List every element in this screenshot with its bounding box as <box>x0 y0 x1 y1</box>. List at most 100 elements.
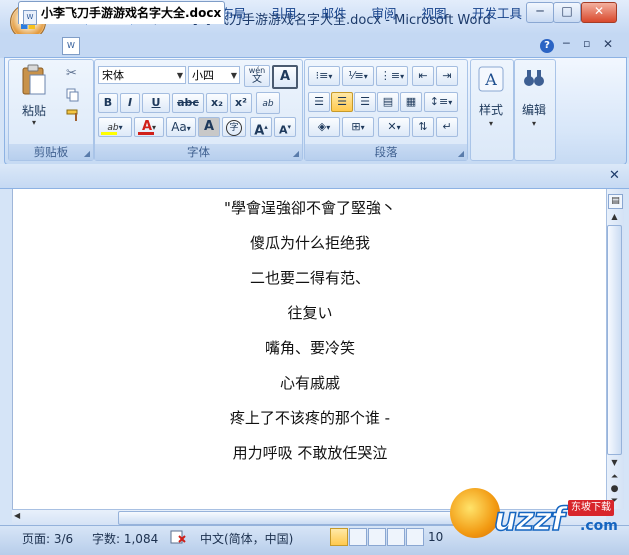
decrease-indent-button[interactable]: ⇤ <box>412 66 434 86</box>
word-doc-icon[interactable]: W <box>62 37 80 55</box>
watermark-text: uzzf <box>493 499 565 539</box>
borders-icon: ⊞ <box>351 120 361 133</box>
ribbon-minimize-icon[interactable]: ─ <box>563 37 570 50</box>
copy-icon[interactable] <box>66 88 80 102</box>
browse-object-icon[interactable]: ● <box>608 484 621 494</box>
font-size-combo[interactable]: 小四 ▼ <box>188 66 240 84</box>
font-name-combo[interactable]: 宋体 ▼ <box>98 66 186 84</box>
multilevel-list-icon: ⋮≡ <box>379 69 401 82</box>
superscript-button[interactable]: x² <box>230 93 252 113</box>
scroll-up-icon[interactable]: ▲ <box>608 212 621 221</box>
tab-developer[interactable]: 开发工具 <box>466 3 528 24</box>
previous-page-icon[interactable]: ⏶ <box>608 472 621 482</box>
document-tab-title: 小李飞刀手游游戏名字大全.docx <box>41 6 222 20</box>
document-tab[interactable]: W 小李飞刀手游游戏名字大全.docx <box>18 1 225 25</box>
ribbon-close-icon[interactable]: ✕ <box>603 37 613 51</box>
underline-button[interactable]: U <box>142 93 170 113</box>
outline-view-icon[interactable] <box>387 528 405 546</box>
binoculars-icon <box>522 66 546 90</box>
draft-view-icon[interactable] <box>406 528 424 546</box>
word-count[interactable]: 字数: 1,084 <box>92 530 158 547</box>
print-layout-view-icon[interactable] <box>330 528 348 546</box>
font-name-dropdown-icon: ▼ <box>176 71 183 80</box>
paste-button[interactable]: 粘贴 ▾ <box>14 64 54 130</box>
enclose-chars-button[interactable]: 字 <box>222 117 246 137</box>
paragraph-launcher-icon[interactable]: ◢ <box>458 149 464 158</box>
minimize-button[interactable]: ─ <box>526 2 554 23</box>
bold-button[interactable]: B <box>98 93 118 113</box>
bullets-button[interactable]: ⁝≡▾ <box>308 66 340 86</box>
document-line: 用力呼吸 不敢放任哭泣 <box>232 444 388 462</box>
font-color-bar <box>138 132 154 135</box>
align-center-button[interactable]: ☰ <box>331 92 353 112</box>
shrink-font-label: A <box>278 123 288 137</box>
shading-icon: ◈ <box>317 120 327 133</box>
phonetic-guide-char-label: 文 <box>252 74 262 85</box>
vertical-scroll-thumb[interactable] <box>607 225 622 455</box>
document-page[interactable]: "學會逞強卻不會了堅強丶 傻瓜为什么拒绝我 二也要二得有范、 往复い 嘴角、要冷… <box>12 189 607 509</box>
zoom-level[interactable]: 10 <box>428 530 443 544</box>
web-layout-icon[interactable] <box>368 528 386 546</box>
shading-button[interactable]: ◈▾ <box>308 117 340 137</box>
shrink-font-button[interactable]: A▾ <box>274 117 296 137</box>
page-indicator[interactable]: 页面: 3/6 <box>22 530 73 547</box>
format-painter-icon[interactable] <box>66 109 82 123</box>
chinese-layout-button[interactable]: ✕▾ <box>378 117 410 137</box>
subscript-button[interactable]: x₂ <box>206 93 228 113</box>
increase-indent-button[interactable]: ⇥ <box>436 66 458 86</box>
ribbon-restore-icon[interactable]: ▫ <box>583 37 590 50</box>
document-close-icon[interactable]: ✕ <box>609 168 620 183</box>
change-case-button[interactable]: Aa▾ <box>166 117 196 137</box>
paste-label: 粘贴 <box>21 104 46 118</box>
paragraph-group-label: 段落 <box>305 144 467 160</box>
document-line: 往复い <box>287 304 333 322</box>
strikethrough-button[interactable]: abc <box>172 93 204 113</box>
horizontal-scroll-thumb[interactable] <box>118 511 460 525</box>
char-border-button[interactable]: A <box>272 65 298 89</box>
help-icon[interactable]: ? <box>540 39 554 53</box>
justify-button[interactable]: ▤ <box>377 92 399 112</box>
tab-review[interactable]: 审阅 <box>366 3 402 24</box>
close-button[interactable]: ✕ <box>581 2 617 23</box>
borders-button[interactable]: ⊞▾ <box>342 117 374 137</box>
line-spacing-button[interactable]: ↕≡▾ <box>424 92 458 112</box>
editing-dropdown-icon: ▾ <box>531 119 536 128</box>
multilevel-list-button[interactable]: ⋮≡▾ <box>376 66 408 86</box>
chinese-layout-icon: ✕ <box>387 120 397 133</box>
align-right-button[interactable]: ☰ <box>354 92 376 112</box>
show-marks-button[interactable]: ↵ <box>436 117 458 137</box>
clipboard-group-label: 剪贴板 <box>9 144 93 160</box>
clipboard-launcher-icon[interactable]: ◢ <box>84 149 90 158</box>
ribbon-tabs <box>0 34 629 58</box>
maximize-button[interactable]: □ <box>553 2 581 23</box>
font-launcher-icon[interactable]: ◢ <box>293 149 299 158</box>
full-screen-reading-icon[interactable] <box>349 528 367 546</box>
enclose-chars-label: 字 <box>226 120 242 136</box>
align-left-button[interactable]: ☰ <box>308 92 330 112</box>
proofing-icon[interactable] <box>170 529 186 545</box>
tab-view[interactable]: 视图 <box>416 3 452 24</box>
italic-button[interactable]: I <box>120 93 140 113</box>
numbering-button[interactable]: ⅟≡▾ <box>342 66 374 86</box>
scroll-left-icon[interactable]: ◀ <box>14 511 20 520</box>
clear-formatting-button[interactable]: ab <box>256 92 280 114</box>
sort-button[interactable]: ⇅ <box>412 117 434 137</box>
language-indicator[interactable]: 中文(简体，中国) <box>200 530 293 547</box>
font-name-value: 宋体 <box>102 69 124 82</box>
phonetic-guide-button[interactable]: wén 文 <box>244 65 270 87</box>
grow-font-button[interactable]: A▴ <box>250 117 272 139</box>
font-group-label: 字体 <box>95 144 302 160</box>
distributed-button[interactable]: ▦ <box>400 92 422 112</box>
scroll-down-icon[interactable]: ▼ <box>608 458 621 467</box>
char-shading-button[interactable]: A <box>198 117 220 137</box>
paste-icon <box>22 64 46 95</box>
tab-mailings[interactable]: 邮件 <box>316 3 352 24</box>
clear-formatting-label: ab <box>262 99 274 109</box>
grow-font-label: A <box>254 123 265 139</box>
paragraph-mark-icon: ↵ <box>442 120 452 133</box>
ruler-toggle-icon[interactable]: ▤ <box>608 194 623 209</box>
cut-icon[interactable]: ✂ <box>66 66 77 81</box>
tab-references[interactable]: 引用 <box>266 3 302 24</box>
document-line: 心有戚戚 <box>279 374 340 392</box>
decrease-indent-icon: ⇤ <box>418 69 428 82</box>
